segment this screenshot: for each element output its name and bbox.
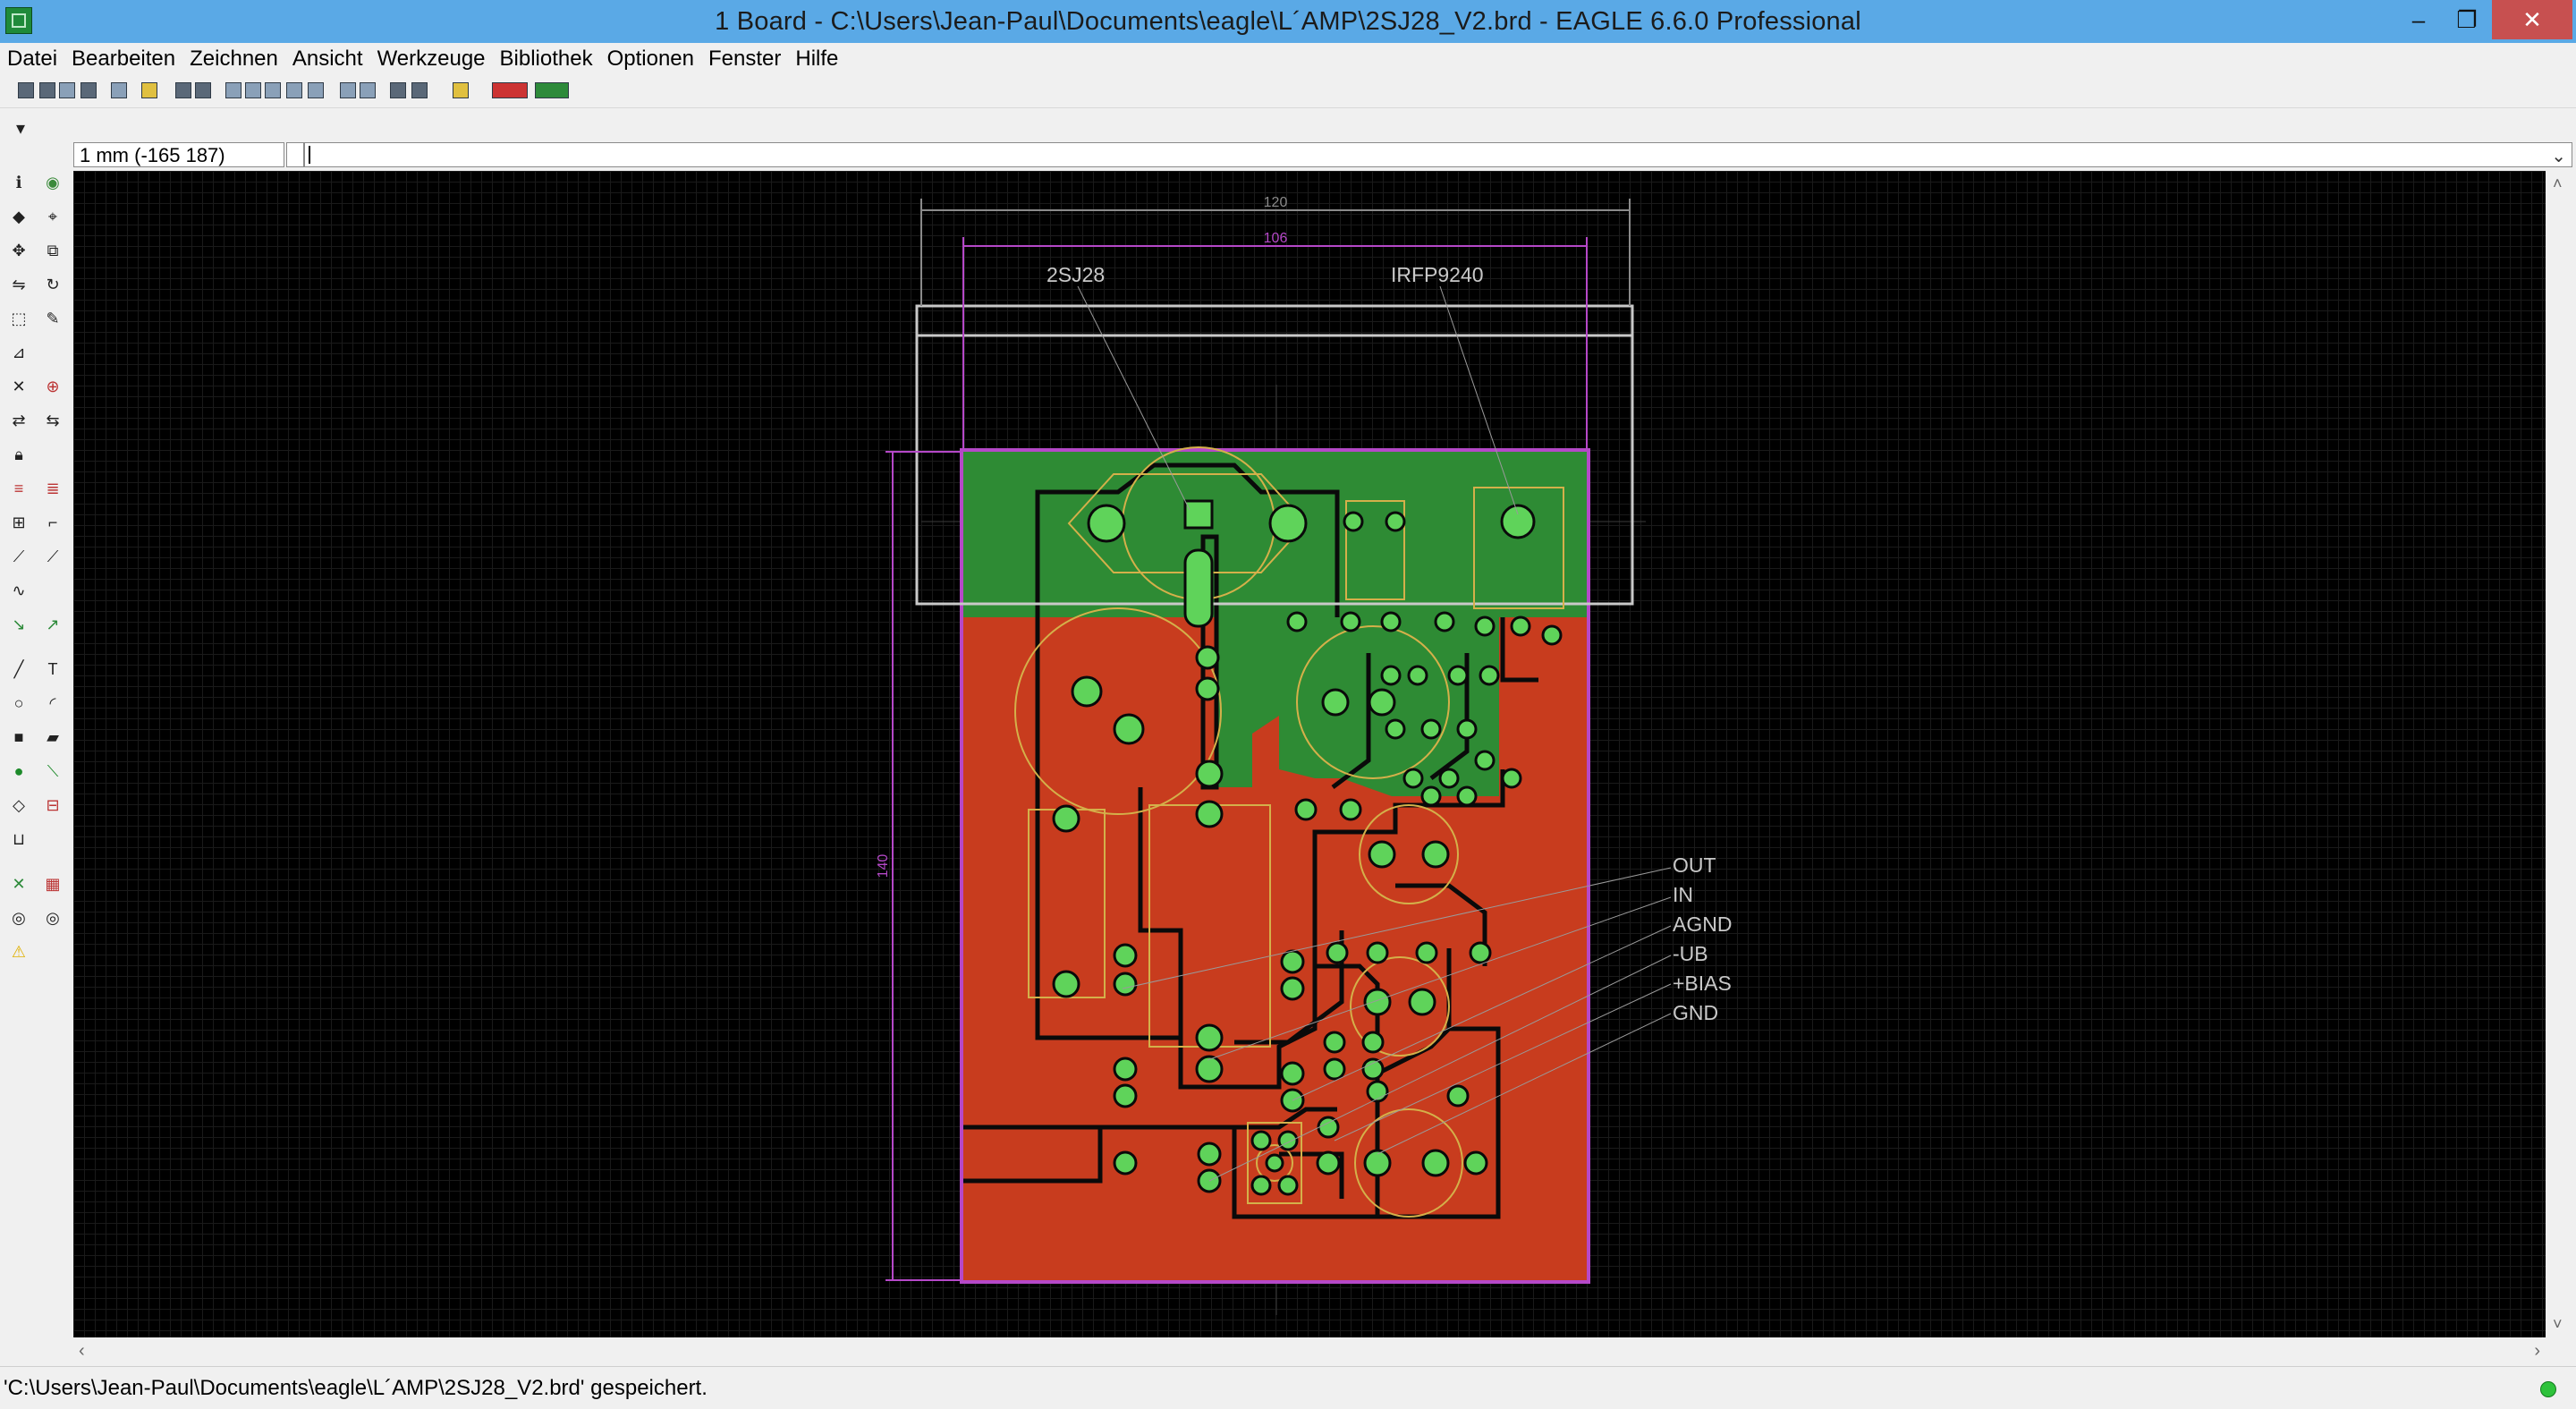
scroll-left-icon[interactable]: ‹ — [79, 1341, 85, 1362]
component-labels: 2SJ28 IRFP9240 — [1046, 263, 1484, 286]
dimension-top-label: 120 — [1264, 195, 1288, 210]
net-label-ub: -UB — [1673, 942, 1708, 965]
net-label-agnd: AGND — [1673, 912, 1732, 936]
label-2sj28: 2SJ28 — [1046, 263, 1105, 286]
vertical-scrollbar[interactable]: ˄ ˅ — [2546, 171, 2576, 1337]
status-bar: 'C:\Users\Jean-Paul\Documents\eagle\L´AM… — [0, 1366, 2576, 1409]
dimension-inner-label: 106 — [1264, 231, 1288, 246]
net-label-in: IN — [1673, 883, 1693, 906]
pcb-layout: 120 106 140 2SJ28 IRFP9240 OUT IN AGND -… — [876, 195, 1732, 1315]
dimension-left-label: 140 — [876, 854, 891, 879]
net-labels: OUT IN AGND -UB +BIAS GND — [1673, 853, 1732, 1024]
dimension-lines — [920, 199, 1631, 306]
net-label-gnd: GND — [1673, 1001, 1718, 1024]
status-message: 'C:\Users\Jean-Paul\Documents\eagle\L´AM… — [4, 1376, 708, 1400]
horizontal-scrollbar[interactable]: ‹ › — [73, 1337, 2546, 1366]
scroll-right-icon[interactable]: › — [2534, 1341, 2540, 1362]
label-irfp9240: IRFP9240 — [1391, 263, 1484, 286]
net-label-bias: +BIAS — [1673, 972, 1732, 995]
status-indicator-icon — [2540, 1381, 2556, 1397]
scroll-up-icon[interactable]: ˄ — [2553, 174, 2563, 193]
net-label-out: OUT — [1673, 853, 1716, 877]
scroll-down-icon[interactable]: ˅ — [2553, 1315, 2563, 1334]
